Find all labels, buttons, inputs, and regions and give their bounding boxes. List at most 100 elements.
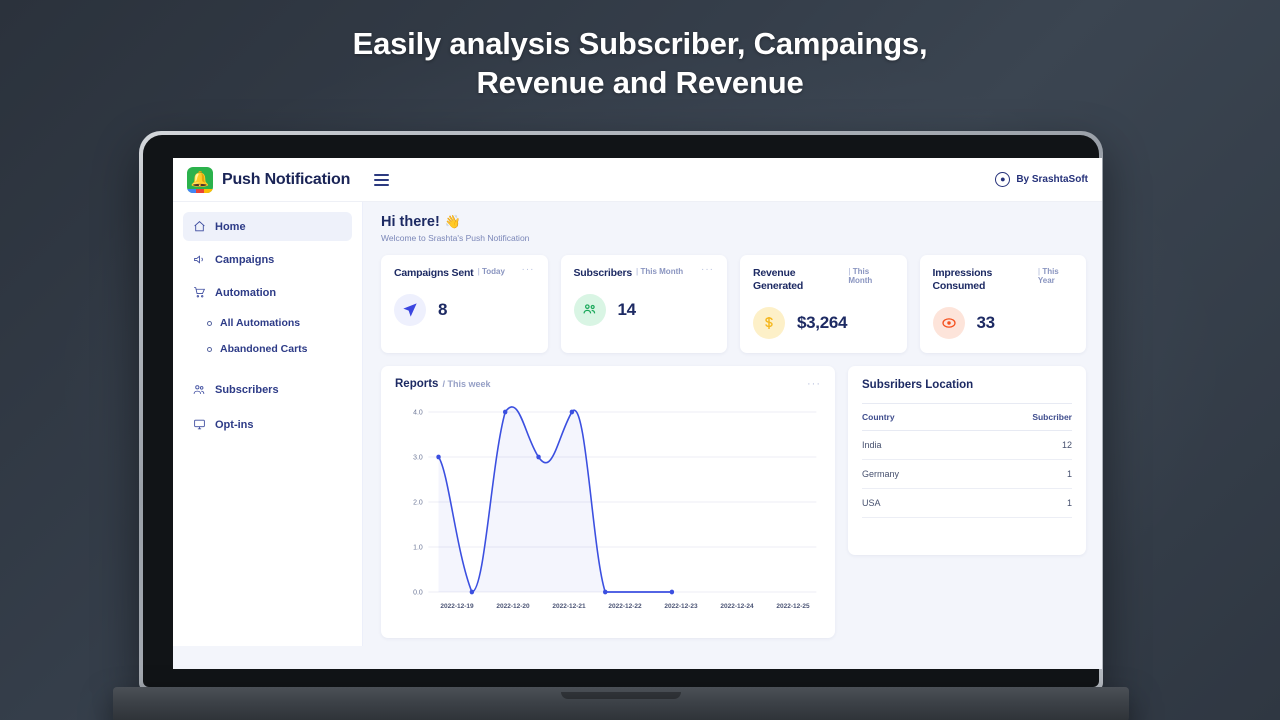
sidebar-item-automation[interactable]: Automation [183,278,352,307]
promo-headline: Easily analysis Subscriber, Campaings, R… [0,24,1280,102]
user-circle-icon: ● [995,172,1011,187]
data-point [669,589,675,595]
sidebar-item-optins[interactable]: Opt-ins [183,410,352,439]
user-label: By SrashtaSoft [1016,174,1088,185]
card-title: Revenue Generated [753,267,804,293]
sidebar-item-label: Campaigns [215,253,275,266]
data-point [502,409,508,415]
bell-icon: 🔔 [187,166,213,193]
line-chart-svg: 4.0 3.0 2.0 1.0 0.0 [413,406,817,597]
x-tick-label: 2022-12-24 [720,603,754,611]
svg-text:4.0: 4.0 [413,407,423,416]
card-header: Campaigns Sent Today ··· [394,265,535,280]
svg-text:2.0: 2.0 [413,497,423,506]
page-title: Hi there! 👋 [381,214,1086,230]
stat-card-campaigns-sent[interactable]: Campaigns Sent Today ··· 8 [381,255,548,354]
logo-color-strip [187,188,213,193]
stat-card-revenue-generated[interactable]: Revenue Generated This Month $3,264 [740,255,907,354]
monitor-icon [193,418,206,431]
reports-chart: 4.0 3.0 2.0 1.0 0.0 2022-12-19 2022-12-2… [395,402,821,617]
users-icon [193,383,206,396]
cell-country: India [862,430,964,461]
card-metric: 33 [932,307,1074,340]
laptop-base [113,687,1129,720]
chart-area-fill [438,407,672,593]
eye-icon [932,307,965,340]
cart-icon [193,286,206,299]
sidebar-subitem-abandoned-carts[interactable]: Abandoned Carts [183,337,352,361]
x-tick-label: 2022-12-23 [664,603,698,611]
bullet-icon [207,346,212,352]
brand-name: Push Notification [222,170,351,188]
bullet-icon [207,320,212,326]
header-user-area[interactable]: ● By SrashtaSoft [995,172,1088,187]
reports-menu-icon[interactable]: ··· [807,379,821,389]
card-title: Impressions Consumed [932,267,993,293]
cell-country: Germany [862,459,964,490]
card-period: Today [477,267,505,276]
brand[interactable]: 🔔 Push Notification [187,166,351,193]
stat-card-impressions-consumed[interactable]: Impressions Consumed This Year 33 [919,255,1086,354]
sidebar: Home Campaigns Automation All Automation… [173,202,363,646]
cell-subscribers: 1 [963,459,1072,490]
reports-card: Reports / This week ··· 4.0 3.0 2.0 1.0 … [381,366,835,639]
sidebar-subitem-all-automations[interactable]: All Automations [183,311,352,335]
column-header-country: Country [862,403,964,432]
card-value: 33 [976,313,996,333]
sidebar-item-home[interactable]: Home [183,212,352,241]
data-point [536,454,541,460]
location-table: Country Subcriber India 12 Germany 1 USA… [862,403,1072,519]
x-tick-label: 2022-12-21 [552,603,586,611]
laptop-screen: 🔔 Push Notification ● By SrashtaSoft Hom… [173,158,1102,669]
x-tick-label: 2022-12-22 [608,603,642,611]
greeting-text: Hi there! [381,214,440,230]
headline-line-2: Revenue and Revenue [476,65,804,101]
card-value: 14 [617,300,637,320]
table-row[interactable]: Germany 1 [862,459,1072,490]
card-header: Impressions Consumed This Year [933,267,1074,293]
main-content: Hi there! 👋 Welcome to Srashta's Push No… [363,202,1102,669]
sidebar-item-campaigns[interactable]: Campaigns [183,245,352,274]
megaphone-icon [193,253,206,266]
users-group-icon [573,294,606,327]
sidebar-item-label: Home [215,220,246,233]
table-row[interactable]: India 12 [862,430,1072,461]
app-body: Home Campaigns Automation All Automation… [173,202,1102,669]
card-menu-icon[interactable]: ··· [522,265,535,275]
cell-subscribers: 12 [963,430,1072,461]
data-point [469,589,475,595]
svg-text:1.0: 1.0 [413,542,423,551]
x-tick-label: 2022-12-25 [776,603,810,611]
reports-subtitle: / This week [442,379,491,390]
subscribers-location-card: Subsribers Location Country Subcriber In… [848,366,1086,556]
svg-text:3.0: 3.0 [413,452,423,461]
card-menu-icon[interactable]: ··· [701,265,714,275]
table-row[interactable]: USA 1 [862,488,1072,519]
sidebar-item-label: Opt-ins [215,418,254,431]
sidebar-item-subscribers[interactable]: Subscribers [183,375,352,404]
laptop-notch [561,692,681,699]
card-period: This Month [636,267,683,276]
app-header: 🔔 Push Notification ● By SrashtaSoft [173,158,1102,202]
chart-x-axis: 2022-12-19 2022-12-20 2022-12-21 2022-12… [395,603,821,610]
card-header: Subscribers This Month ··· [573,265,715,280]
card-title: Subscribers [573,267,633,279]
home-icon [193,220,206,233]
card-value: 8 [438,300,448,320]
card-header: Revenue Generated This Month [753,267,894,293]
card-period: This Month [848,267,893,285]
sidebar-item-label: Automation [215,286,277,299]
data-point [602,589,608,595]
reports-title: Reports [395,378,439,391]
hamburger-icon[interactable] [372,170,391,190]
table-header-row: Country Subcriber [862,403,1072,432]
reports-header: Reports / This week ··· [395,378,821,390]
chart-y-ticks: 4.0 3.0 2.0 1.0 0.0 [413,407,423,596]
svg-text:0.0: 0.0 [413,587,423,596]
sidebar-subitem-label: All Automations [220,317,301,329]
cell-subscribers: 1 [963,488,1072,519]
data-point [436,454,441,460]
bell-glyph: 🔔 [190,170,210,188]
headline-line-1: Easily analysis Subscriber, Campaings, [352,26,928,61]
stat-card-subscribers[interactable]: Subscribers This Month ··· 14 [560,255,727,354]
